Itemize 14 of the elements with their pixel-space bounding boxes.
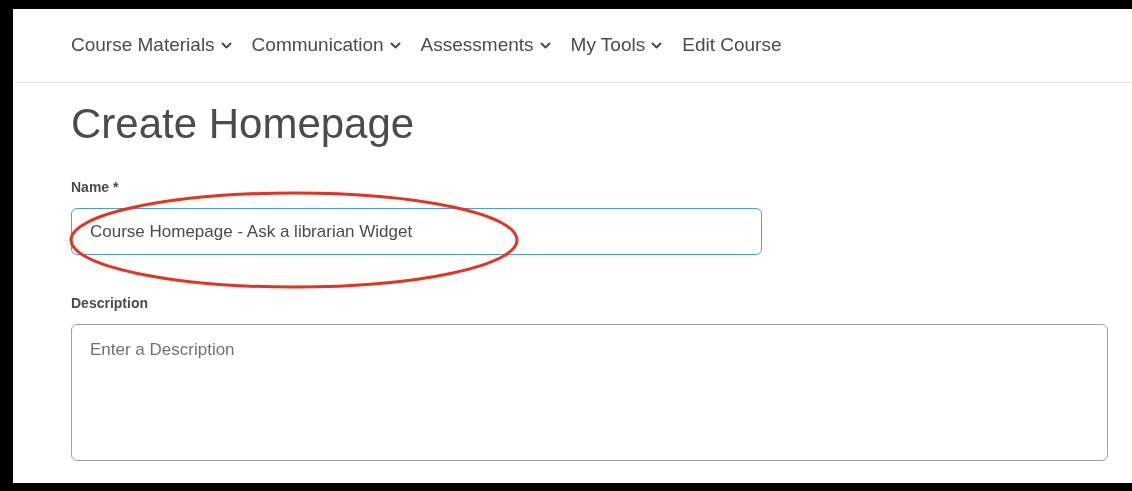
page-title: Create Homepage: [71, 103, 416, 147]
nav-menu-item[interactable]: Edit Course: [682, 31, 782, 60]
nav-menu-item[interactable]: Course Materials: [71, 31, 232, 60]
nav-menu-item[interactable]: Communication: [251, 31, 401, 60]
field-label: Name *: [71, 178, 120, 197]
nav-menu-item[interactable]: My Tools: [570, 31, 663, 60]
name-field[interactable]: Course Homepage - Ask a librarian Widget: [71, 208, 762, 255]
description-field[interactable]: Enter a Description: [71, 324, 1108, 461]
chevron-down-icon: [220, 41, 232, 50]
field-label: Description: [71, 294, 149, 313]
chevron-down-icon: [651, 41, 663, 50]
chevron-down-icon: [539, 41, 551, 50]
chevron-down-icon: [389, 41, 401, 50]
nav-menu-item[interactable]: Assessments: [420, 31, 551, 60]
